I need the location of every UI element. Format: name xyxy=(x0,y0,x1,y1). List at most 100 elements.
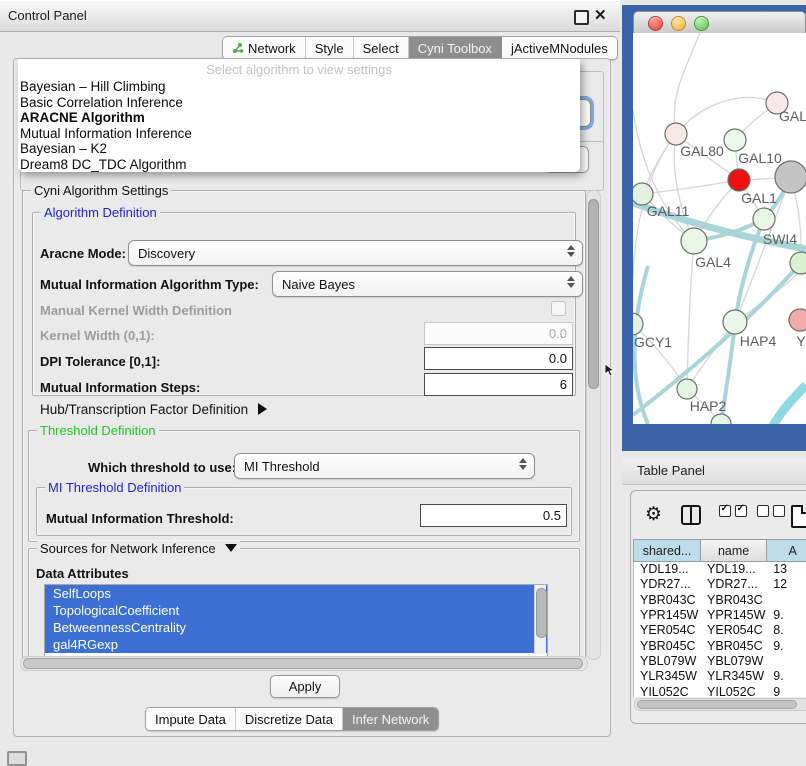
column-header[interactable]: shared... xyxy=(633,539,701,562)
table-cell: YBR045C xyxy=(634,639,701,654)
tab-impute-data[interactable]: Impute Data xyxy=(146,708,236,730)
attribute-item[interactable]: gal4RGexp xyxy=(45,636,547,653)
mi-steps-field[interactable]: 6 xyxy=(424,373,573,396)
attributes-scrollbar-thumb[interactable] xyxy=(536,588,547,638)
tab-infer-network[interactable]: Infer Network xyxy=(343,708,438,730)
attribute-item[interactable]: SelfLoops xyxy=(45,585,547,602)
table-header-row: shared...nameA xyxy=(633,539,806,562)
table-row[interactable]: YER054CYER054C8. xyxy=(634,623,806,638)
unchecked-pair-icon[interactable] xyxy=(757,505,785,517)
tab-label: Impute Data xyxy=(155,712,226,727)
network-node-swi4[interactable] xyxy=(753,208,775,230)
network-graph: GAL80GAL10GAL1GAL11SWI4GAL4GCY1HAP4YHAP2… xyxy=(633,33,806,424)
table-cell: YIL052C xyxy=(634,685,701,697)
minimized-panel-icon[interactable] xyxy=(7,751,27,766)
table-row[interactable]: YBL079WYBL079W xyxy=(634,654,806,669)
sources-title-label: Sources for Network Inference xyxy=(40,541,216,556)
settings-horizontal-scrollbar-thumb[interactable] xyxy=(23,658,583,669)
dropdown-item[interactable]: Bayesian – Hill Climbing xyxy=(18,79,580,95)
tab-jactivemnodules[interactable]: jActiveMNodules xyxy=(502,37,617,59)
network-node[interactable] xyxy=(775,161,806,193)
attribute-item[interactable]: TopologicalCoefficient xyxy=(45,602,547,619)
hub-definition-toggle[interactable]: Hub/Transcription Factor Definition xyxy=(40,402,267,417)
tab-label: Discretize Data xyxy=(245,712,333,727)
column-header[interactable]: A xyxy=(767,539,806,562)
table-row[interactable]: YIL052CYIL052C9 xyxy=(634,685,806,697)
attribute-item[interactable]: BetweennessCentrality xyxy=(45,619,547,636)
kernel-width-field[interactable]: 0.0 xyxy=(424,322,573,345)
network-view-window[interactable]: GAL80GAL10GAL1GAL11SWI4GAL4GCY1HAP4YHAP2… xyxy=(622,5,806,451)
table-row[interactable]: YDR27...YDR27...12 xyxy=(634,577,806,592)
network-canvas[interactable]: GAL80GAL10GAL1GAL11SWI4GAL4GCY1HAP4YHAP2… xyxy=(633,33,806,424)
stepper-icon xyxy=(566,276,575,288)
network-node-label: GAL80 xyxy=(680,143,724,159)
table-row[interactable]: YBR043CYBR043C xyxy=(634,593,806,608)
network-node[interactable] xyxy=(790,252,806,274)
apply-button[interactable]: Apply xyxy=(270,675,340,698)
close-traffic-light-icon[interactable] xyxy=(648,16,663,31)
network-node-hap2[interactable] xyxy=(677,379,697,399)
document-icon[interactable] xyxy=(791,505,806,528)
mi-threshold-field[interactable]: 0.5 xyxy=(420,504,567,527)
dropdown-item[interactable]: Mutual Information Inference xyxy=(18,126,580,142)
settings-horizontal-scrollbar[interactable] xyxy=(20,656,588,671)
aracne-mode-label: Aracne Mode: xyxy=(40,246,126,261)
network-node-gal1[interactable] xyxy=(728,169,750,191)
tab-select[interactable]: Select xyxy=(354,37,409,59)
columns-icon[interactable] xyxy=(681,505,701,525)
data-attributes-list[interactable]: SelfLoopsTopologicalCoefficientBetweenne… xyxy=(44,584,548,657)
table-row[interactable]: YLR345WYLR345W9. xyxy=(634,669,806,684)
network-node-hap4[interactable] xyxy=(723,310,747,334)
tab-network[interactable]: Network xyxy=(223,37,306,59)
network-node-gal80[interactable] xyxy=(665,123,687,145)
network-node-label: GCY1 xyxy=(634,334,672,350)
tab-discretize-data[interactable]: Discretize Data xyxy=(236,708,343,730)
tab-cyni-toolbox[interactable]: Cyni Toolbox xyxy=(409,37,502,59)
manual-kernel-checkbox[interactable] xyxy=(551,301,566,316)
table-row[interactable]: YDL19...YDL19...13 xyxy=(634,562,806,577)
mi-type-select[interactable]: Naive Bayes xyxy=(272,271,583,297)
table-cell: YER054C xyxy=(701,623,767,638)
network-node-label: HAP2 xyxy=(690,398,727,414)
attributes-scrollbar[interactable] xyxy=(534,585,546,654)
gear-icon[interactable]: ⚙ xyxy=(645,505,662,524)
tab-style[interactable]: Style xyxy=(306,37,354,59)
settings-vertical-scrollbar[interactable] xyxy=(586,190,601,660)
expand-arrow-icon xyxy=(258,403,267,415)
dropdown-item[interactable]: Bayesian – K2 xyxy=(18,141,580,157)
dropdown-item[interactable]: ARACNE Algorithm xyxy=(18,110,580,126)
table-cell: 8. xyxy=(767,623,806,638)
network-edge[interactable] xyxy=(674,33,700,134)
table-horizontal-scrollbar[interactable] xyxy=(634,698,806,711)
network-node-y[interactable] xyxy=(789,309,806,331)
table-row[interactable]: YPR145WYPR145W9. xyxy=(634,608,806,623)
network-edge-highlighted[interactable] xyxy=(772,385,806,424)
table-cell: YBL079W xyxy=(701,654,767,669)
checked-pair-icon[interactable] xyxy=(719,505,747,517)
aracne-mode-select[interactable]: Discovery xyxy=(128,240,583,266)
table-horizontal-scrollbar-thumb[interactable] xyxy=(637,700,797,709)
network-window-titlebar[interactable] xyxy=(633,11,806,35)
network-edge[interactable] xyxy=(676,97,777,134)
dropdown-item[interactable]: Basic Correlation Inference xyxy=(18,95,580,111)
sources-group-title[interactable]: Sources for Network Inference xyxy=(37,541,240,556)
mi-type-label: Mutual Information Algorithm Type: xyxy=(40,277,259,292)
control-panel-tabs: NetworkStyleSelectCyni ToolboxjActiveMNo… xyxy=(222,36,618,60)
which-threshold-select[interactable]: MI Threshold xyxy=(234,453,535,479)
close-icon[interactable]: ✕ xyxy=(594,6,607,24)
column-header[interactable]: name xyxy=(701,539,767,562)
table-row[interactable]: YBR045CYBR045C9. xyxy=(634,639,806,654)
float-window-icon[interactable] xyxy=(574,10,589,25)
network-node-gal4[interactable] xyxy=(681,228,707,254)
network-edge[interactable] xyxy=(642,180,739,194)
network-node-label: GAL1 xyxy=(741,190,777,206)
zoom-traffic-light-icon[interactable] xyxy=(694,16,709,31)
dropdown-item[interactable]: Dream8 DC_TDC Algorithm xyxy=(18,157,580,173)
kernel-width-label: Kernel Width (0,1): xyxy=(40,328,155,343)
minimize-traffic-light-icon[interactable] xyxy=(671,16,686,31)
settings-vertical-scrollbar-thumb[interactable] xyxy=(588,199,599,389)
network-node-gal10[interactable] xyxy=(724,129,746,151)
network-node-gal11[interactable] xyxy=(633,183,653,205)
network-node-label: GAL4 xyxy=(695,254,731,270)
dpi-tolerance-field[interactable]: 0.0 xyxy=(424,347,573,370)
